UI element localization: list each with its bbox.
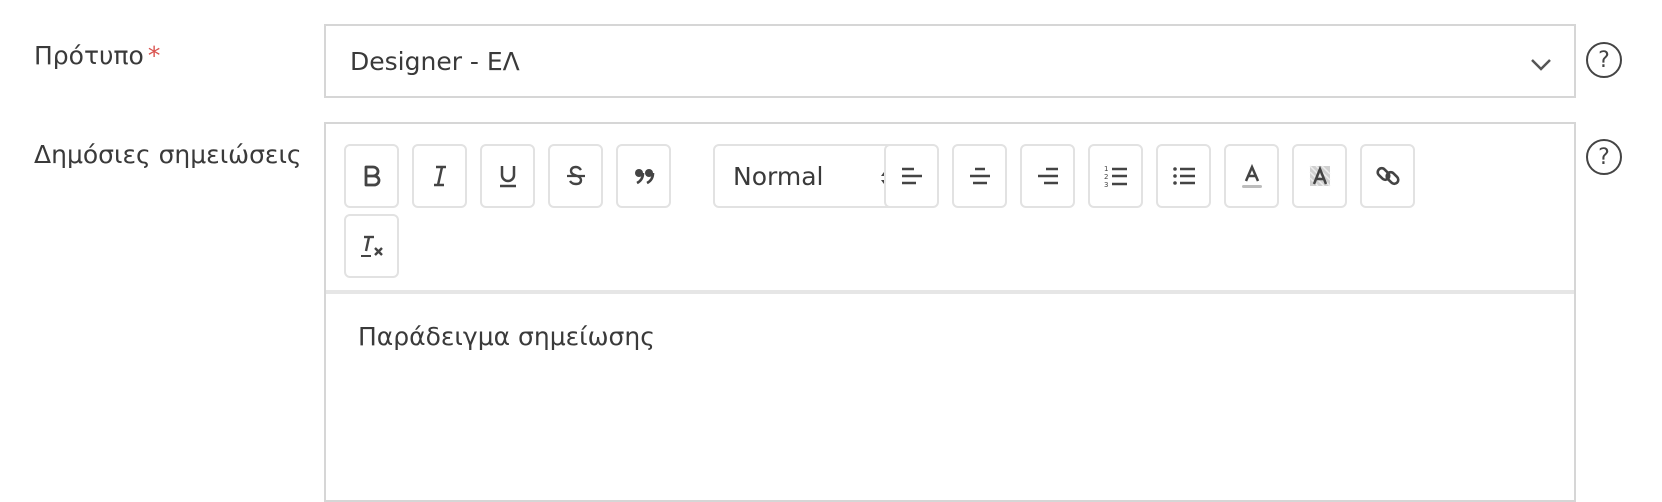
editor-content[interactable]: Παράδειγμα σημείωσης — [358, 322, 655, 351]
template-label-text: Πρότυπο — [34, 41, 144, 70]
public-notes-help-glyph: ? — [1598, 144, 1610, 170]
blockquote-icon — [634, 169, 654, 185]
align-center-icon — [969, 167, 990, 185]
public-notes-label: Δημόσιες σημειώσεις — [34, 140, 302, 169]
svg-text:1: 1 — [1104, 165, 1108, 173]
template-select[interactable]: Designer - ΕΛ — [324, 24, 1576, 98]
bold-icon — [364, 165, 380, 187]
strike-icon — [566, 165, 585, 186]
underline-button[interactable] — [480, 144, 535, 208]
align-right-icon — [1037, 167, 1058, 185]
template-select-value: Designer - ΕΛ — [350, 46, 520, 76]
public-notes-help-icon[interactable]: ? — [1586, 139, 1622, 175]
background-color-icon — [1308, 165, 1331, 187]
blockquote-button[interactable] — [616, 144, 671, 208]
svg-text:2: 2 — [1104, 173, 1108, 181]
bullet-list-button[interactable] — [1156, 144, 1211, 208]
required-marker: * — [147, 41, 161, 70]
format-select-value: Normal — [733, 161, 824, 191]
ordered-list-icon: 1 2 3 — [1104, 165, 1127, 189]
background-color-button[interactable] — [1292, 144, 1347, 208]
underline-icon — [499, 166, 516, 188]
italic-icon — [433, 165, 446, 187]
clear-format-icon — [360, 235, 383, 257]
align-left-icon — [901, 167, 922, 185]
format-select[interactable]: Normal — [713, 144, 910, 208]
italic-button[interactable] — [412, 144, 467, 208]
text-color-button[interactable] — [1224, 144, 1279, 208]
template-label: Πρότυπο * — [34, 41, 160, 70]
bullet-list-icon — [1172, 167, 1195, 185]
rich-text-editor: Normal 1 2 3 Παράδειγμα σημείωσης — [324, 122, 1576, 502]
bold-button[interactable] — [344, 144, 399, 208]
template-help-glyph: ? — [1598, 47, 1610, 73]
clear-format-button[interactable] — [344, 214, 399, 278]
template-help-icon[interactable]: ? — [1586, 42, 1622, 78]
chevron-down-icon — [1531, 59, 1551, 71]
strike-button[interactable] — [548, 144, 603, 208]
link-icon — [1375, 166, 1400, 186]
text-color-icon — [1241, 163, 1262, 188]
svg-text:3: 3 — [1104, 181, 1108, 189]
align-right-button[interactable] — [1020, 144, 1075, 208]
link-button[interactable] — [1360, 144, 1415, 208]
ordered-list-button[interactable]: 1 2 3 — [1088, 144, 1143, 208]
align-left-button[interactable] — [884, 144, 939, 208]
editor-toolbar: Normal 1 2 3 — [326, 124, 1574, 294]
align-center-button[interactable] — [952, 144, 1007, 208]
